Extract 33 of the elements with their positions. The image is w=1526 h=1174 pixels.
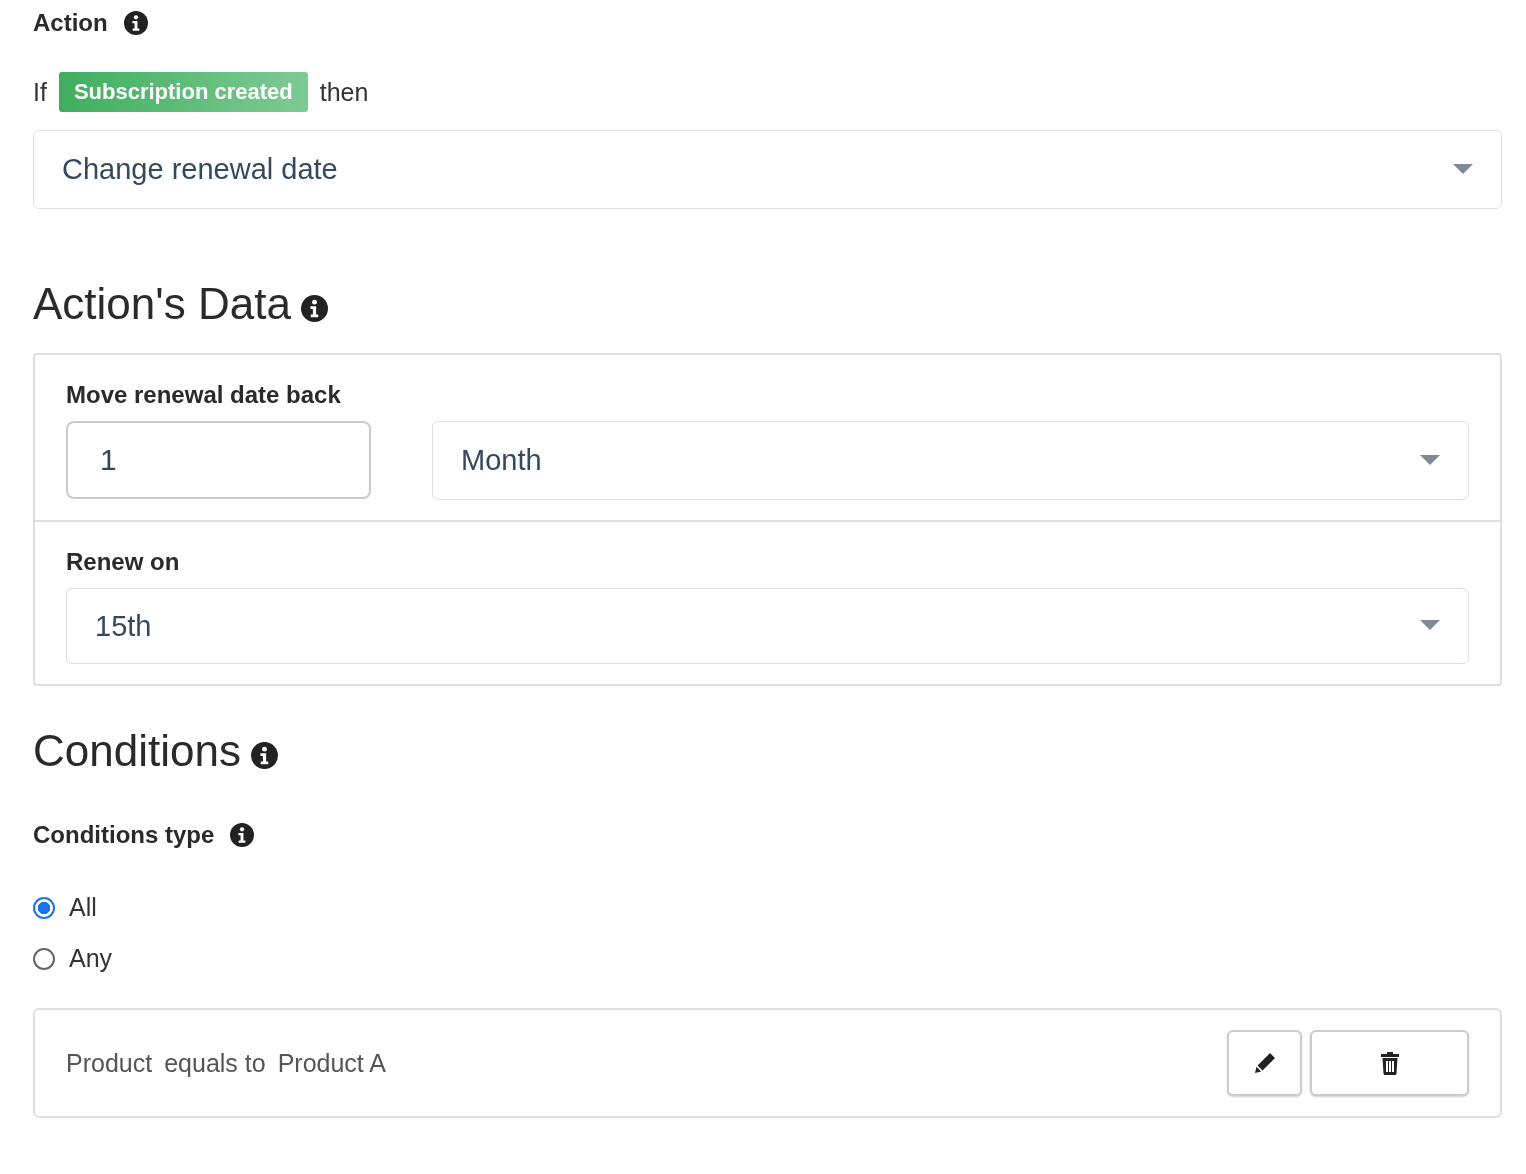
- info-icon: [300, 294, 328, 322]
- info-icon: [123, 11, 148, 35]
- field-label: Conditions type: [33, 821, 215, 849]
- pencil-icon: [1252, 1051, 1277, 1075]
- section-heading: Conditions: [33, 726, 241, 776]
- radio-button[interactable]: [33, 947, 55, 970]
- section-heading: Action's Data: [33, 279, 291, 329]
- caret-icon: [1420, 454, 1440, 467]
- dropdown[interactable]: 15th: [66, 588, 1469, 664]
- info-icon: [230, 823, 255, 847]
- trigger-badge: Subscription created: [58, 72, 308, 112]
- delete-button[interactable]: [1310, 1030, 1469, 1096]
- dropdown[interactable]: Change renewal date: [33, 130, 1502, 209]
- section-label: Action: [33, 9, 108, 37]
- number-input[interactable]: 1: [66, 421, 371, 499]
- dropdown[interactable]: Month: [432, 421, 1469, 500]
- field-label: Renew on: [66, 548, 181, 576]
- condition-field: Product: [66, 1048, 153, 1078]
- dropdown-value: Change renewal date: [62, 153, 338, 186]
- condition-operator: equals to: [164, 1048, 266, 1078]
- dropdown-value: Month: [461, 444, 542, 477]
- radio-label: Any: [69, 944, 113, 973]
- info-icon: [250, 741, 278, 769]
- dropdown-value: 15th: [95, 609, 152, 643]
- radio-label: All: [69, 893, 97, 922]
- caret-icon: [1453, 163, 1473, 176]
- condition-value: Product A: [277, 1048, 387, 1078]
- if-text: If: [33, 77, 47, 107]
- radio-button[interactable]: [33, 896, 55, 919]
- caret-icon: [1420, 620, 1440, 632]
- edit-button[interactable]: [1227, 1030, 1302, 1096]
- field-label: Move renewal date back: [66, 381, 342, 409]
- then-text: then: [319, 77, 369, 107]
